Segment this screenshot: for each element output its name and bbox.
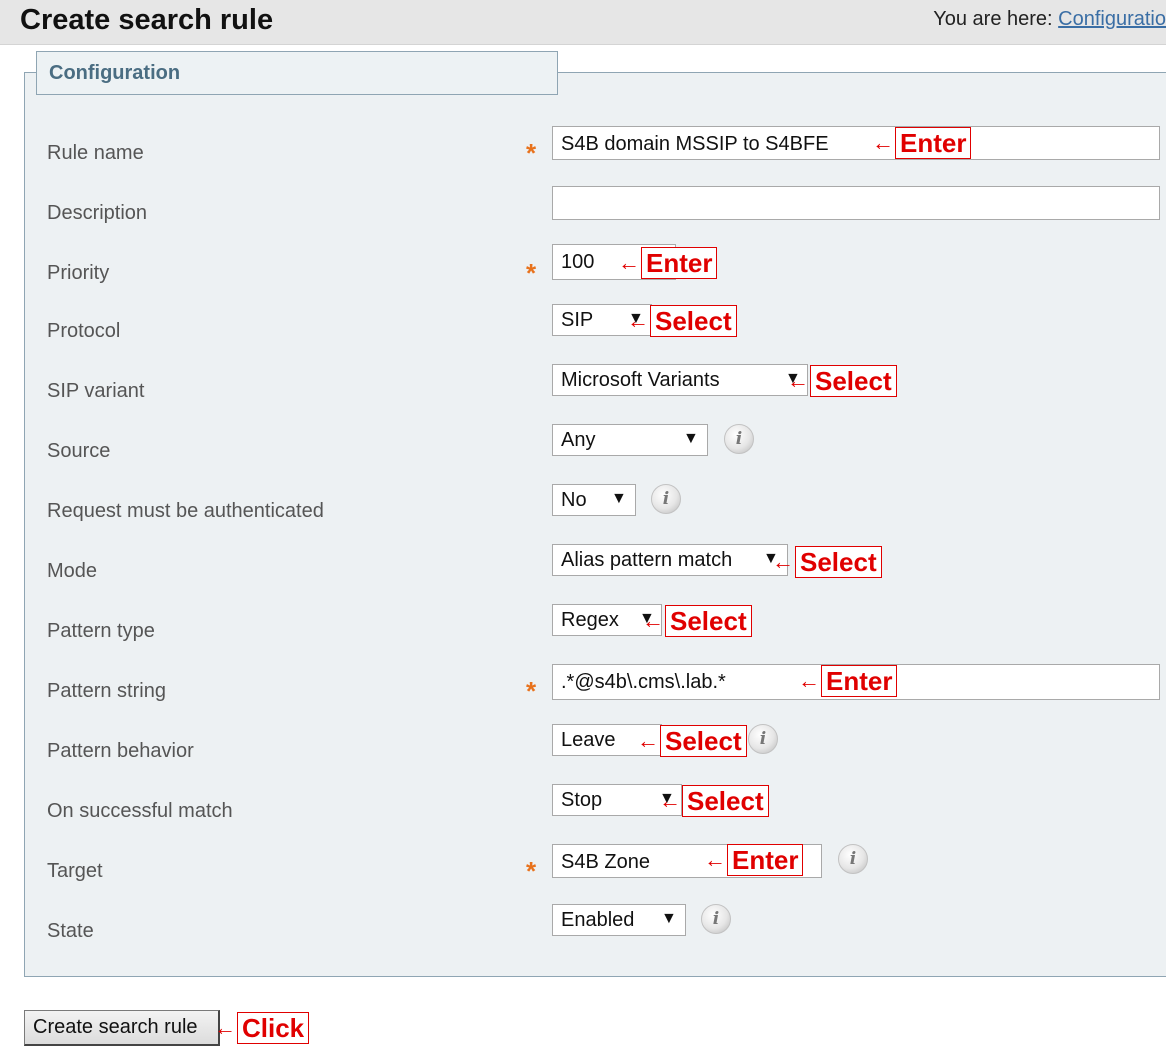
page-title: Create search rule	[20, 4, 274, 36]
priority-label: Priority	[47, 262, 110, 284]
info-icon[interactable]: i	[838, 844, 868, 874]
sip-variant-label: SIP variant	[47, 380, 145, 402]
info-icon[interactable]: i	[651, 484, 681, 514]
pattern-behavior-value: Leave	[561, 729, 616, 751]
title-bar: Create search rule You are here: Configu…	[0, 0, 1166, 45]
required-marker: *	[526, 676, 537, 706]
annotation-click: ← Click	[214, 1012, 310, 1044]
chevron-down-icon: ▼	[611, 490, 627, 507]
breadcrumb-prefix: You are here:	[933, 8, 1053, 30]
annotation-select: ← Select	[787, 365, 897, 397]
breadcrumb: You are here: Configuratio	[933, 8, 1166, 31]
annotation-select: ← Select	[772, 546, 882, 578]
info-icon[interactable]: i	[748, 724, 778, 754]
target-label: Target	[47, 860, 103, 882]
mode-select[interactable]: Alias pattern match ▼	[552, 544, 788, 576]
on-match-value: Stop	[561, 789, 603, 811]
authenticated-label: Request must be authenticated	[47, 500, 324, 522]
pattern-type-label: Pattern type	[47, 620, 155, 642]
sip-variant-select[interactable]: Microsoft Variants ▼	[552, 364, 808, 396]
mode-value: Alias pattern match	[561, 549, 733, 571]
section-legend: Configuration	[36, 51, 558, 95]
protocol-label: Protocol	[47, 320, 121, 342]
state-value: Enabled	[561, 909, 635, 931]
chevron-down-icon: ▼	[661, 910, 677, 927]
annotation-enter: ← Enter	[872, 127, 972, 159]
annotation-select: ← Select	[642, 605, 752, 637]
pattern-behavior-label: Pattern behavior	[47, 740, 194, 762]
info-icon[interactable]: i	[724, 424, 754, 454]
description-label: Description	[47, 202, 148, 224]
state-select[interactable]: Enabled ▼	[552, 904, 686, 936]
row-state: State Enabled ▼ i	[0, 904, 1166, 982]
source-value: Any	[561, 429, 596, 451]
authenticated-value: No	[561, 489, 587, 511]
source-label: Source	[47, 440, 111, 462]
pattern-string-label: Pattern string	[47, 680, 166, 702]
sip-variant-value: Microsoft Variants	[561, 369, 720, 391]
authenticated-select[interactable]: No ▼	[552, 484, 636, 516]
annotation-enter: ← Enter	[618, 247, 718, 279]
annotation-select: ← Select	[659, 785, 769, 817]
source-select[interactable]: Any ▼	[552, 424, 708, 456]
pattern-type-value: Regex	[561, 609, 619, 631]
info-icon[interactable]: i	[701, 904, 731, 934]
on-match-label: On successful match	[47, 800, 233, 822]
required-marker: *	[526, 258, 537, 288]
state-label: State	[47, 920, 94, 942]
mode-label: Mode	[47, 560, 98, 582]
create-search-rule-button[interactable]: Create search rule	[24, 1010, 220, 1046]
rule-name-label: Rule name	[47, 142, 144, 164]
breadcrumb-link-configuration[interactable]: Configuratio	[1058, 8, 1166, 30]
required-marker: *	[526, 856, 537, 886]
protocol-value: SIP	[561, 309, 594, 331]
description-input[interactable]	[552, 186, 1160, 220]
rule-name-input[interactable]: S4B domain MSSIP to S4BFE	[552, 126, 1160, 160]
annotation-enter: ← Enter	[704, 844, 804, 876]
chevron-down-icon: ▼	[683, 430, 699, 447]
annotation-select: ← Select	[627, 305, 737, 337]
annotation-select: ← Select	[637, 725, 747, 757]
section-legend-label: Configuration	[49, 62, 181, 84]
annotation-enter: ← Enter	[798, 665, 898, 697]
required-marker: *	[526, 138, 537, 168]
